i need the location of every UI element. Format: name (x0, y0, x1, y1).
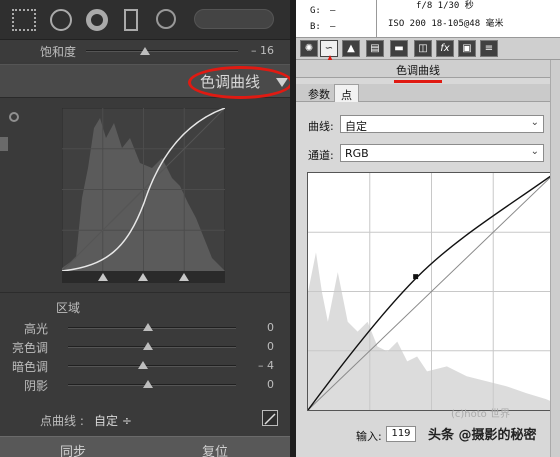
saturation-track[interactable] (86, 50, 238, 52)
target-adjust-icon[interactable] (9, 112, 19, 122)
lights-value: 0 (267, 340, 274, 353)
darks-label: 暗色调 (12, 360, 49, 374)
fx-icon[interactable]: fx (436, 40, 454, 57)
channel-select[interactable]: RGB ⌄ (340, 144, 544, 162)
point-curve-row: 点曲线 : 自定 ÷ (0, 408, 290, 432)
curve-control-point (413, 274, 419, 280)
detail-icon[interactable]: ◫ (414, 40, 432, 57)
chevron-down-icon: ⌄ (530, 146, 539, 157)
reset-button[interactable]: 复位 (202, 441, 228, 457)
red-annotation-underline (394, 80, 442, 83)
panel-title: 色调曲线 (396, 64, 440, 77)
divider (0, 292, 290, 293)
channel-select-value: RGB (345, 147, 369, 160)
saturation-thumb[interactable] (140, 47, 150, 55)
saturation-label: 饱和度 (40, 45, 77, 59)
panel-title-row: 色调曲线 (296, 60, 560, 78)
crop-grid-icon[interactable] (12, 9, 36, 31)
watermark: 头条 @摄影的秘密 (428, 428, 537, 443)
point-curve-label: 点曲线 : (40, 414, 84, 428)
point-curve-graph[interactable] (307, 172, 556, 411)
split-handle-highlights[interactable] (179, 273, 189, 281)
curve-tabs: 参数 点 (296, 84, 560, 102)
b-label: B: (310, 22, 321, 32)
bottom-bar: 同步 复位 (0, 436, 290, 457)
region-label: 区域 (56, 301, 81, 315)
channel-label: 通道: (308, 149, 334, 162)
shadows-thumb[interactable] (143, 380, 153, 388)
curve-label: 曲线: (308, 120, 334, 133)
radial-filter-icon[interactable] (156, 9, 176, 29)
point-curve-edit-icon[interactable] (262, 410, 278, 426)
red-annotation-circle (188, 66, 290, 99)
saturation-row: 饱和度 – 16 (0, 40, 290, 62)
darks-track[interactable] (68, 365, 236, 367)
iso-lens: ISO 200 18-105@48 毫米 (388, 19, 504, 29)
tab-point[interactable]: 点 (334, 84, 359, 102)
lights-thumb[interactable] (143, 342, 153, 350)
curve-select[interactable]: 自定 ⌄ (340, 115, 544, 133)
curve-split-handles (62, 271, 225, 283)
tab-parametric[interactable]: 参数 (302, 84, 336, 102)
tone-curve-graph[interactable] (62, 108, 225, 271)
highlights-value: 0 (267, 321, 274, 334)
levels-icon[interactable]: ▲ (342, 40, 360, 57)
highlights-thumb[interactable] (143, 323, 153, 331)
aperture-icon[interactable]: ✺ (300, 40, 318, 57)
shadows-value: 0 (267, 378, 274, 391)
input-field[interactable]: 119 (386, 426, 416, 442)
curve-select-value: 自定 (345, 120, 367, 133)
info-readout: G: — B: — f/8 1/30 秒 ISO 200 18-105@48 毫… (296, 0, 560, 38)
g-label: G: (310, 6, 321, 16)
aperture-shutter: f/8 1/30 秒 (416, 1, 474, 11)
shadows-label: 阴影 (24, 379, 49, 393)
info-separator (376, 0, 377, 38)
highlights-label: 高光 (24, 322, 49, 336)
camera-icon[interactable]: ▣ (458, 40, 476, 57)
b-value: — (330, 22, 336, 32)
hsl-icon[interactable]: ▤ (366, 40, 384, 57)
presets-icon[interactable]: ≡ (480, 40, 498, 57)
split-handle-midtones[interactable] (138, 273, 148, 281)
panel-edge-tab (0, 137, 8, 151)
input-label: 输入: (356, 430, 382, 443)
photoshop-panel: G: — B: — f/8 1/30 秒 ISO 200 18-105@48 毫… (296, 0, 560, 457)
point-curve-select[interactable]: 自定 ÷ (94, 412, 132, 429)
spot-removal-icon[interactable] (50, 9, 72, 31)
split-toning-icon[interactable]: ▬ (390, 40, 408, 57)
scrollbar[interactable] (550, 60, 560, 457)
red-eye-icon[interactable] (86, 9, 108, 31)
darks-thumb[interactable] (138, 361, 148, 369)
lightroom-panel: 饱和度 – 16 色调曲线 区域 高光 0 亮色调 0 暗色调 – 4 阴影 0… (0, 0, 290, 457)
g-value: — (330, 6, 336, 16)
adjustment-brush-icon[interactable] (194, 9, 274, 29)
tool-strip (0, 0, 290, 40)
watermark-small: (c)hoto 世界 (451, 409, 510, 420)
chevron-down-icon: ⌄ (530, 117, 539, 128)
sync-button[interactable]: 同步 (60, 441, 86, 457)
graduated-filter-icon[interactable] (124, 9, 138, 31)
darks-value: – 4 (258, 359, 274, 372)
split-handle-shadows[interactable] (98, 273, 108, 281)
saturation-value: – 16 (251, 44, 274, 57)
lights-label: 亮色调 (12, 341, 49, 355)
